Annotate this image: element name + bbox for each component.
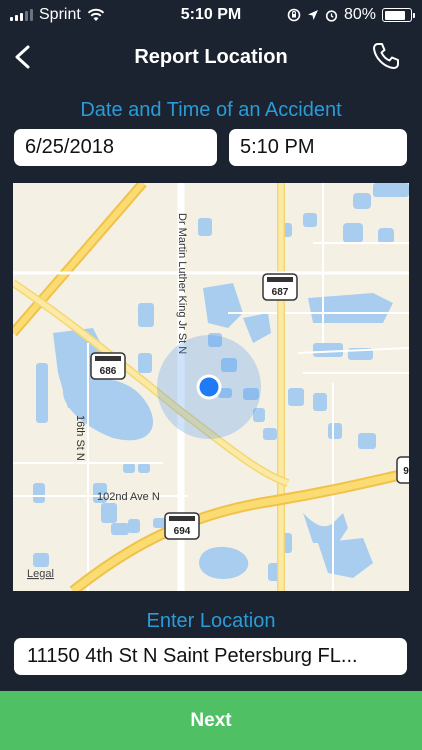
next-button-label: Next xyxy=(190,709,232,731)
alarm-icon xyxy=(325,9,338,22)
status-bar: Sprint 5:10 PM 80% xyxy=(0,0,422,30)
signal-strength-icon xyxy=(10,9,33,21)
battery-fill xyxy=(384,10,405,20)
carrier-name: Sprint xyxy=(39,6,81,23)
page-title: Report Location xyxy=(134,45,288,68)
shield-686-label: 686 xyxy=(100,366,117,377)
current-location-icon xyxy=(199,377,219,397)
location-arrow-icon xyxy=(307,10,318,20)
nav-bar: Report Location xyxy=(0,30,422,84)
phone-icon[interactable] xyxy=(370,40,402,72)
map-label-102nd: 102nd Ave N xyxy=(97,491,160,503)
next-button[interactable]: Next xyxy=(0,691,422,750)
status-left: Sprint xyxy=(10,6,105,24)
wifi-icon xyxy=(87,8,104,21)
battery-icon xyxy=(382,8,415,22)
location-section-label: Enter Location xyxy=(146,610,276,632)
shield-694: 694 xyxy=(164,512,200,540)
status-right: 80% xyxy=(287,6,415,24)
map-view[interactable]: Dr Martin Luther King Jr St N 16th St N … xyxy=(13,183,409,591)
shield-686: 686 xyxy=(90,352,126,380)
datetime-section-label: Date and Time of an Accident xyxy=(80,99,342,121)
shield-687-label: 687 xyxy=(272,287,289,298)
shield-9: 9 xyxy=(396,456,409,484)
shield-9-label: 9 xyxy=(403,466,409,477)
shield-687: 687 xyxy=(262,273,298,301)
map-label-mlk: Dr Martin Luther King Jr St N xyxy=(176,213,188,354)
date-field[interactable]: 6/25/2018 xyxy=(14,129,217,166)
screen-lock-rotation-icon xyxy=(287,8,301,22)
map-legal-link[interactable]: Legal xyxy=(27,568,54,580)
battery-percent: 80% xyxy=(343,6,376,23)
back-chevron-icon[interactable] xyxy=(8,41,40,73)
location-field[interactable]: 11150 4th St N Saint Petersburg FL... xyxy=(14,638,407,675)
shield-694-label: 694 xyxy=(174,526,191,537)
map-label-16th: 16th St N xyxy=(74,415,86,461)
time-field[interactable]: 5:10 PM xyxy=(229,129,407,166)
map-canvas: Dr Martin Luther King Jr St N 16th St N … xyxy=(13,183,409,591)
